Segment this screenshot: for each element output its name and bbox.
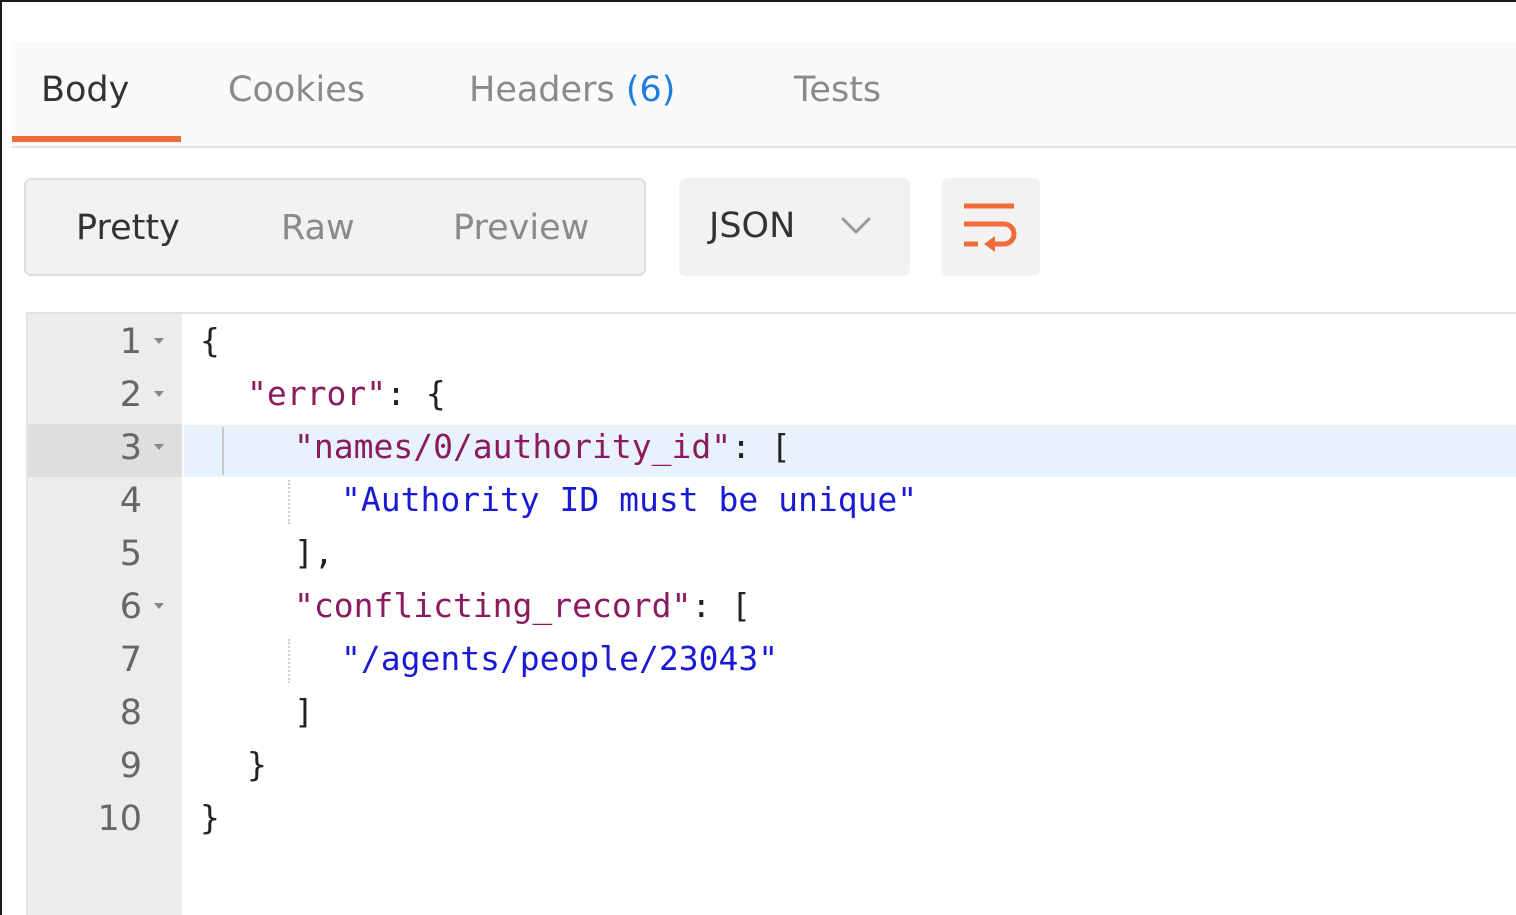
response-body-editor[interactable]: 1 2 3 4 5 6 7 8 9 10 {"error": {"names/0/authorit… — [26, 312, 1516, 915]
fold-toggle-icon[interactable] — [154, 391, 164, 397]
json-punctuation: { — [425, 374, 446, 413]
gutter-row: 7 — [28, 636, 182, 689]
json-punctuation: [ — [770, 427, 791, 466]
indent-guide — [288, 639, 290, 683]
code-line: { — [200, 319, 220, 363]
active-tab-indicator — [12, 136, 181, 142]
gutter-row: 6 — [28, 583, 182, 636]
headers-count-badge: (6) — [625, 70, 676, 110]
json-punctuation: ], — [294, 533, 334, 572]
code-line: "/agents/people/23043" — [341, 637, 778, 681]
code-line: "error": { — [247, 372, 446, 416]
line-number: 8 — [119, 693, 142, 733]
format-select[interactable]: JSON — [679, 178, 910, 276]
json-punctuation: : — [386, 374, 426, 413]
gutter-row: 9 — [28, 742, 182, 795]
line-number: 9 — [119, 746, 142, 786]
code-line: } — [200, 796, 220, 840]
gutter-row: 10 — [28, 795, 182, 848]
tab-body-label: Body — [41, 70, 130, 110]
fold-toggle-icon[interactable] — [154, 444, 164, 450]
tab-tests[interactable]: Tests — [794, 70, 881, 110]
code-line: "names/0/authority_id": [ — [294, 425, 791, 469]
code-line: "Authority ID must be unique" — [341, 478, 917, 522]
json-string-value: "Authority ID must be unique" — [341, 480, 918, 519]
indent-guide — [288, 480, 290, 524]
raw-button[interactable]: Raw — [281, 208, 355, 248]
code-line: ] — [294, 690, 314, 734]
wrap-lines-icon — [962, 200, 1018, 257]
json-punctuation: : — [691, 586, 732, 625]
view-mode-group: Pretty Raw Preview — [24, 178, 646, 276]
fold-toggle-icon[interactable] — [154, 338, 164, 344]
json-punctuation: : — [731, 427, 771, 466]
tab-headers-label: Headers — [469, 70, 615, 110]
response-tab-bar: Body Cookies Headers (6) Tests — [12, 42, 1516, 148]
line-number: 1 — [119, 322, 142, 362]
tab-tests-label: Tests — [794, 70, 882, 110]
gutter-row: 5 — [28, 530, 182, 583]
tab-cookies[interactable]: Cookies — [228, 70, 365, 110]
line-number: 6 — [119, 587, 142, 627]
json-key: "error" — [247, 374, 387, 413]
gutter-row: 4 — [28, 477, 182, 530]
line-number: 4 — [119, 481, 142, 521]
json-punctuation: { — [200, 321, 220, 360]
json-punctuation: } — [200, 798, 220, 837]
gutter-row: 2 — [28, 371, 182, 424]
tab-cookies-label: Cookies — [228, 70, 366, 110]
line-number: 2 — [119, 375, 142, 415]
line-number: 5 — [119, 534, 142, 574]
line-number: 3 — [119, 428, 142, 468]
code-line: ], — [294, 531, 334, 575]
wrap-lines-button[interactable] — [941, 178, 1040, 276]
json-key: "conflicting_record" — [294, 586, 692, 625]
format-select-value: JSON — [709, 206, 796, 246]
json-punctuation: [ — [731, 586, 751, 625]
json-punctuation: ] — [294, 692, 314, 731]
tab-headers[interactable]: Headers (6) — [469, 70, 675, 110]
code-line: "conflicting_record": [ — [294, 584, 751, 628]
line-number: 10 — [97, 799, 142, 839]
gutter-row: 3 — [28, 424, 182, 477]
response-panel: Body Cookies Headers (6) Tests Pretty Ra… — [0, 0, 1516, 915]
json-key: "names/0/authority_id" — [294, 427, 732, 466]
pretty-button[interactable]: Pretty — [76, 208, 180, 248]
json-punctuation: } — [247, 745, 267, 784]
code-line: } — [247, 743, 267, 787]
tab-body[interactable]: Body — [41, 70, 129, 110]
fold-toggle-icon[interactable] — [154, 603, 164, 609]
chevron-down-icon — [839, 214, 873, 243]
preview-button[interactable]: Preview — [453, 208, 589, 248]
json-string-value: "/agents/people/23043" — [341, 639, 779, 678]
indent-guide — [222, 427, 224, 475]
line-number-gutter: 1 2 3 4 5 6 7 8 9 10 — [28, 314, 182, 915]
line-number: 7 — [119, 640, 142, 680]
gutter-row: 1 — [28, 318, 182, 371]
gutter-row: 8 — [28, 689, 182, 742]
